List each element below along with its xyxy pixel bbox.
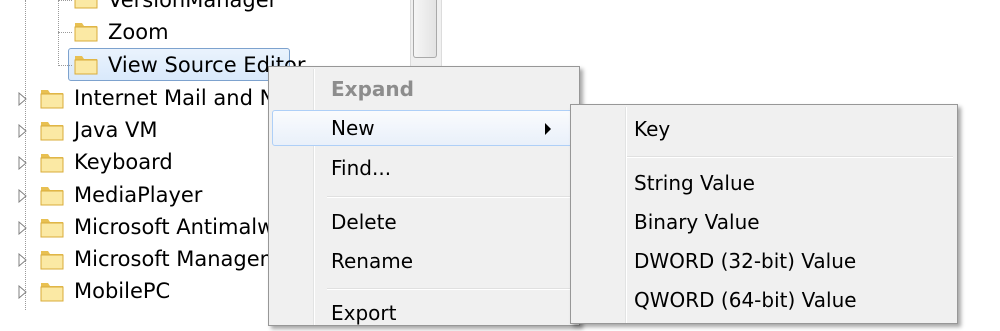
tree-item-java-vm[interactable]: Java VM: [70, 114, 162, 146]
expand-arrow-icon[interactable]: [17, 155, 29, 171]
folder-icon: [39, 183, 65, 207]
tree-item-keyboard[interactable]: Keyboard: [70, 146, 177, 178]
folder-icon: [39, 279, 65, 303]
tree-item-mobilepc[interactable]: MobilePC: [70, 275, 174, 307]
tree-item-label: Internet Mail and Ne: [74, 86, 289, 110]
expand-arrow-icon[interactable]: [17, 91, 29, 107]
menu-item-string-value[interactable]: String Value: [574, 165, 1000, 201]
folder-icon: [39, 247, 65, 271]
tree-connector: [58, 32, 72, 33]
tree-connector: [58, 0, 59, 66]
tree-item-internet-mail[interactable]: Internet Mail and Ne: [70, 82, 292, 114]
tree-item-microsoft-management[interactable]: Microsoft Managem: [70, 243, 284, 275]
menu-item-binary-value[interactable]: Binary Value: [574, 204, 1000, 240]
tree-connector: [58, 65, 72, 66]
context-menu: Expand New Find... Delete Rename Export: [268, 66, 580, 326]
tree-item-label: Keyboard: [74, 150, 173, 174]
tree-item-versionmanager[interactable]: VersionManager: [104, 0, 281, 16]
folder-icon: [73, 19, 99, 43]
menu-separator: [327, 196, 575, 198]
tree-item-label: Microsoft Antimalwa: [74, 215, 288, 239]
menu-item-dword-value[interactable]: DWORD (32-bit) Value: [574, 243, 1000, 279]
menu-item-new[interactable]: New: [272, 110, 574, 146]
tree-item-microsoft-antimalware[interactable]: Microsoft Antimalwa: [70, 211, 291, 243]
submenu-arrow-icon: [545, 123, 551, 135]
menu-item-expand[interactable]: Expand: [272, 71, 631, 107]
tree-connector: [58, 0, 72, 1]
scrollbar-thumb[interactable]: [413, 0, 437, 58]
menu-item-label: New: [331, 116, 375, 140]
tree-item-label: Zoom: [108, 20, 169, 44]
folder-icon: [39, 86, 65, 110]
menu-item-qword-value[interactable]: QWORD (64-bit) Value: [574, 282, 1000, 318]
new-submenu: Key String Value Binary Value DWORD (32-…: [570, 104, 958, 324]
menu-separator: [327, 288, 575, 290]
expand-arrow-icon[interactable]: [17, 252, 29, 268]
folder-icon: [39, 215, 65, 239]
menu-item-key[interactable]: Key: [574, 111, 1000, 147]
expand-arrow-icon[interactable]: [17, 123, 29, 139]
menu-gutter: [314, 69, 315, 325]
expand-arrow-icon[interactable]: [17, 220, 29, 236]
expand-arrow-icon[interactable]: [17, 188, 29, 204]
tree-item-label: Java VM: [74, 118, 158, 142]
tree-item-zoom[interactable]: Zoom: [104, 16, 173, 48]
tree-item-label: MediaPlayer: [74, 183, 203, 207]
folder-icon: [39, 118, 65, 142]
tree-item-label: Microsoft Managem: [74, 247, 281, 271]
expand-arrow-icon[interactable]: [17, 284, 29, 300]
tree-item-label: MobilePC: [74, 279, 171, 303]
tree-item-mediaplayer[interactable]: MediaPlayer: [70, 179, 206, 211]
menu-separator: [627, 156, 953, 158]
folder-icon: [73, 0, 99, 10]
tree-item-label: VersionManager: [108, 0, 278, 12]
folder-icon: [73, 52, 99, 76]
folder-icon: [39, 150, 65, 174]
